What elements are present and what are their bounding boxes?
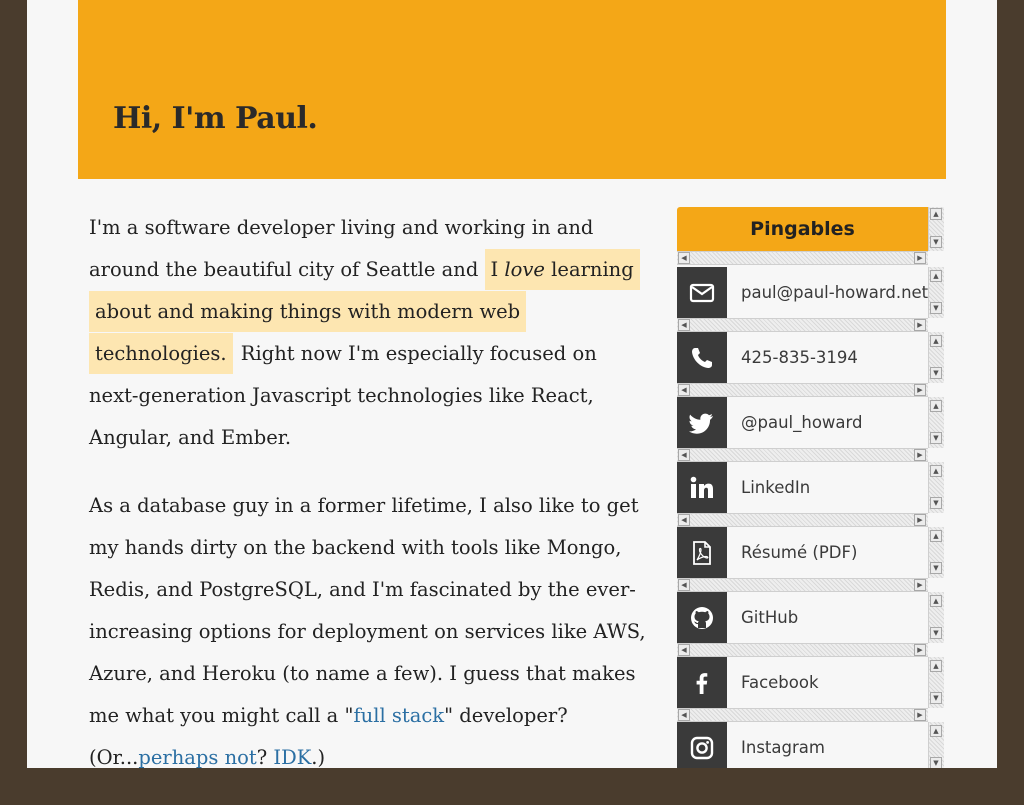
scroll-down-arrow[interactable]: ▼ bbox=[930, 236, 942, 248]
linkedin-icon bbox=[677, 462, 727, 513]
scroll-up-arrow[interactable]: ▲ bbox=[930, 530, 942, 542]
horizontal-scrollbar[interactable]: ◀ ▶ bbox=[677, 318, 928, 332]
scroll-right-arrow[interactable]: ▶ bbox=[914, 384, 926, 396]
github-icon bbox=[677, 592, 727, 643]
emphasis-love: love bbox=[504, 258, 545, 281]
scroll-right-arrow[interactable]: ▶ bbox=[914, 644, 926, 656]
scroll-up-arrow[interactable]: ▲ bbox=[930, 595, 942, 607]
scroll-right-arrow[interactable]: ▶ bbox=[914, 319, 926, 331]
scroll-left-arrow[interactable]: ◀ bbox=[678, 384, 690, 396]
scroll-up-arrow[interactable]: ▲ bbox=[930, 400, 942, 412]
scroll-left-arrow[interactable]: ◀ bbox=[678, 579, 690, 591]
intro-paragraph-1: I'm a software developer living and work… bbox=[89, 207, 649, 459]
horizontal-scrollbar[interactable]: ◀ ▶ bbox=[677, 643, 928, 657]
pingable-label: Instagram bbox=[741, 738, 825, 757]
facebook-icon bbox=[677, 657, 727, 708]
pingable-phone[interactable]: 425-835-3194 bbox=[677, 332, 928, 383]
pingable-resume[interactable]: Résumé (PDF) bbox=[677, 527, 928, 578]
pingables-sidebar: Pingables ▲ ▼ ◀ ▶ paul@paul-howard.net ▲… bbox=[677, 207, 944, 768]
horizontal-scrollbar[interactable]: ◀ ▶ bbox=[677, 251, 928, 265]
vertical-scrollbar[interactable]: ▲ ▼ bbox=[928, 332, 944, 383]
scroll-right-arrow[interactable]: ▶ bbox=[914, 579, 926, 591]
pingable-github[interactable]: GitHub bbox=[677, 592, 928, 643]
vertical-scrollbar[interactable]: ▲ ▼ bbox=[928, 657, 944, 708]
vertical-scrollbar[interactable]: ▲ ▼ bbox=[928, 207, 944, 251]
vertical-scrollbar[interactable]: ▲ ▼ bbox=[928, 592, 944, 643]
pingable-label: Résumé (PDF) bbox=[741, 543, 858, 562]
scroll-down-arrow[interactable]: ▼ bbox=[930, 757, 942, 768]
pingable-instagram[interactable]: Instagram bbox=[677, 722, 928, 768]
envelope-icon bbox=[677, 267, 727, 318]
scroll-up-arrow[interactable]: ▲ bbox=[930, 725, 942, 737]
highlight-text: I bbox=[490, 258, 505, 281]
scroll-down-arrow[interactable]: ▼ bbox=[930, 562, 942, 574]
scroll-down-arrow[interactable]: ▼ bbox=[930, 692, 942, 704]
vertical-scrollbar[interactable]: ▲ ▼ bbox=[928, 267, 944, 318]
scroll-right-arrow[interactable]: ▶ bbox=[914, 252, 926, 264]
scroll-left-arrow[interactable]: ◀ bbox=[678, 252, 690, 264]
scroll-left-arrow[interactable]: ◀ bbox=[678, 709, 690, 721]
pingable-label: LinkedIn bbox=[741, 478, 811, 497]
horizontal-scrollbar[interactable]: ◀ ▶ bbox=[677, 448, 928, 462]
scroll-left-arrow[interactable]: ◀ bbox=[678, 514, 690, 526]
instagram-icon bbox=[677, 722, 727, 768]
intro-text: ? bbox=[256, 746, 274, 769]
scroll-down-arrow[interactable]: ▼ bbox=[930, 302, 942, 314]
intro-paragraph-2: As a database guy in a former lifetime, … bbox=[89, 485, 649, 779]
perhaps-not-link[interactable]: perhaps not bbox=[138, 746, 256, 769]
scroll-right-arrow[interactable]: ▶ bbox=[914, 514, 926, 526]
header-banner: Hi, I'm Paul. bbox=[78, 0, 946, 179]
pingable-twitter[interactable]: @paul_howard bbox=[677, 397, 928, 448]
vertical-scrollbar[interactable]: ▲ ▼ bbox=[928, 462, 944, 513]
horizontal-scrollbar[interactable]: ◀ ▶ bbox=[677, 708, 928, 722]
scroll-left-arrow[interactable]: ◀ bbox=[678, 644, 690, 656]
scroll-left-arrow[interactable]: ◀ bbox=[678, 319, 690, 331]
horizontal-scrollbar[interactable]: ◀ ▶ bbox=[677, 578, 928, 592]
scroll-down-arrow[interactable]: ▼ bbox=[930, 627, 942, 639]
scroll-down-arrow[interactable]: ▼ bbox=[930, 497, 942, 509]
phone-icon bbox=[677, 332, 727, 383]
pingable-facebook[interactable]: Facebook bbox=[677, 657, 928, 708]
intro-text: As a database guy in a former lifetime, … bbox=[89, 494, 646, 727]
scroll-up-arrow[interactable]: ▲ bbox=[930, 660, 942, 672]
pingable-label: 425-835-3194 bbox=[741, 348, 858, 367]
pingable-label: Facebook bbox=[741, 673, 819, 692]
scroll-up-arrow[interactable]: ▲ bbox=[930, 208, 942, 220]
intro-content: I'm a software developer living and work… bbox=[89, 207, 649, 805]
vertical-scrollbar[interactable]: ▲ ▼ bbox=[928, 527, 944, 578]
vertical-scrollbar[interactable]: ▲ ▼ bbox=[928, 722, 944, 768]
scroll-right-arrow[interactable]: ▶ bbox=[914, 709, 926, 721]
page-title: Hi, I'm Paul. bbox=[113, 101, 318, 136]
scroll-right-arrow[interactable]: ▶ bbox=[914, 449, 926, 461]
pingable-label: paul@paul-howard.net bbox=[741, 283, 929, 302]
scroll-up-arrow[interactable]: ▲ bbox=[930, 335, 942, 347]
scroll-down-arrow[interactable]: ▼ bbox=[930, 432, 942, 444]
horizontal-scrollbar[interactable]: ◀ ▶ bbox=[677, 513, 928, 527]
intro-text: .) bbox=[311, 746, 326, 769]
pingable-email[interactable]: paul@paul-howard.net bbox=[677, 267, 928, 318]
scroll-down-arrow[interactable]: ▼ bbox=[930, 367, 942, 379]
pingable-linkedin[interactable]: LinkedIn bbox=[677, 462, 928, 513]
idk-link[interactable]: IDK bbox=[273, 746, 311, 769]
vertical-scrollbar[interactable]: ▲ ▼ bbox=[928, 397, 944, 448]
pingable-label: GitHub bbox=[741, 608, 799, 627]
scroll-left-arrow[interactable]: ◀ bbox=[678, 449, 690, 461]
pingables-heading: Pingables bbox=[677, 207, 928, 251]
pdf-file-icon bbox=[677, 527, 727, 578]
twitter-icon bbox=[677, 397, 727, 448]
scroll-up-arrow[interactable]: ▲ bbox=[930, 465, 942, 477]
full-stack-link[interactable]: full stack bbox=[353, 704, 444, 727]
horizontal-scrollbar[interactable]: ◀ ▶ bbox=[677, 383, 928, 397]
pingable-label: @paul_howard bbox=[741, 413, 863, 432]
scroll-up-arrow[interactable]: ▲ bbox=[930, 270, 942, 282]
